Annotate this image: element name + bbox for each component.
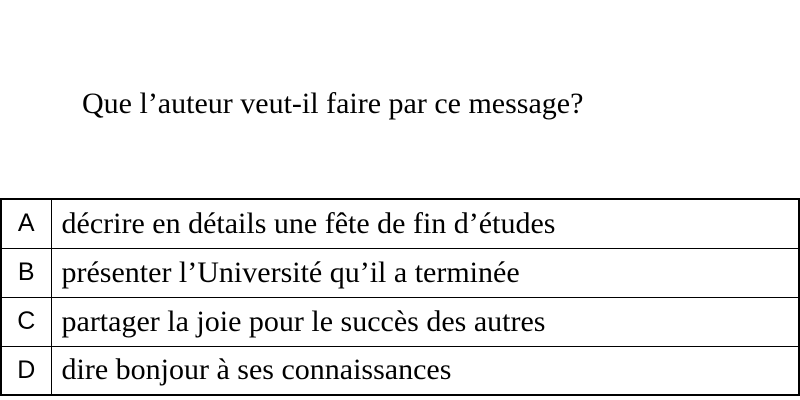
option-row-b[interactable]: B présenter l’Université qu’il a terminé… <box>0 247 800 298</box>
option-letter: B <box>0 247 52 298</box>
question-text: Que l’auteur veut-il faire par ce messag… <box>82 87 584 120</box>
option-letter: D <box>0 345 52 396</box>
option-text: dire bonjour à ses connaissances <box>50 345 800 396</box>
option-letter: A <box>0 198 52 249</box>
option-text: présenter l’Université qu’il a terminée <box>50 247 800 298</box>
option-row-d[interactable]: D dire bonjour à ses connaissances <box>0 345 800 396</box>
option-row-a[interactable]: A décrire en détails une fête de fin d’é… <box>0 198 800 249</box>
option-row-c[interactable]: C partager la joie pour le succès des au… <box>0 296 800 347</box>
options-table: A décrire en détails une fête de fin d’é… <box>0 198 800 396</box>
option-letter: C <box>0 296 52 347</box>
option-text: partager la joie pour le succès des autr… <box>50 296 800 347</box>
option-text: décrire en détails une fête de fin d’étu… <box>50 198 800 249</box>
